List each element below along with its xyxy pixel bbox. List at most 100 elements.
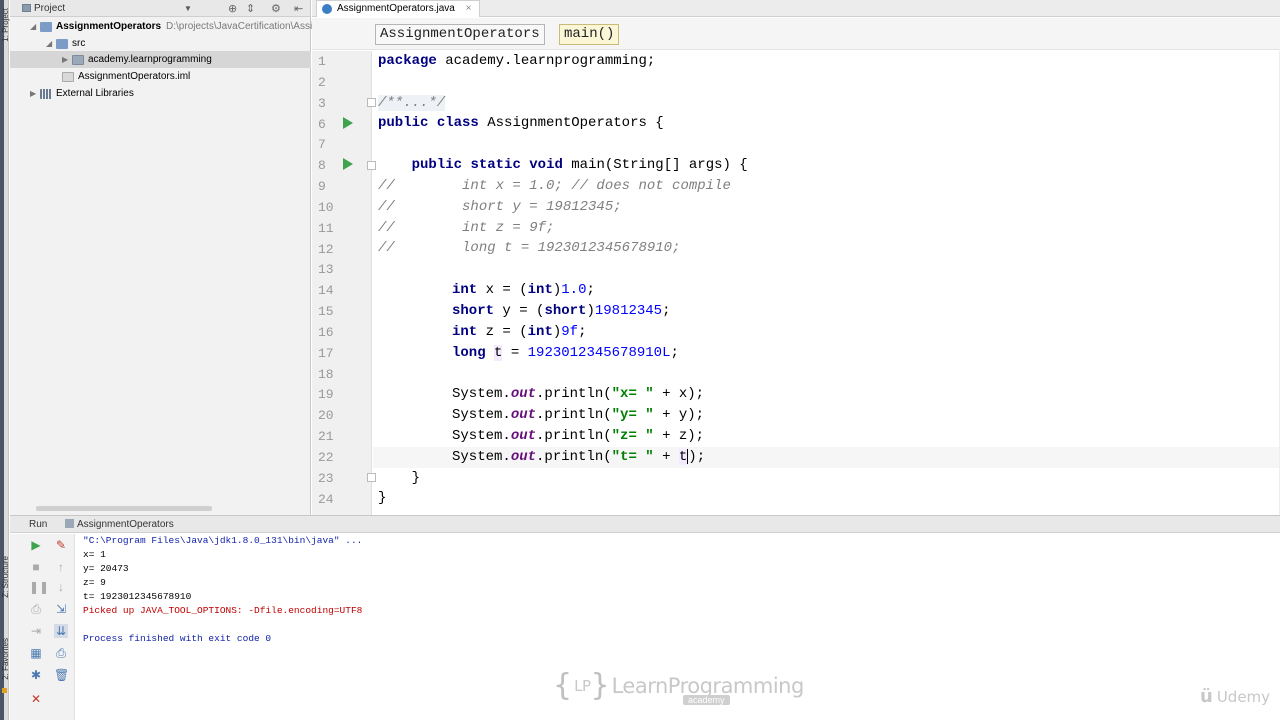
gear-icon[interactable]: ⚙ — [271, 2, 281, 15]
code-text: ; — [586, 282, 595, 298]
print-icon[interactable]: ⎙ — [54, 646, 68, 660]
horizontal-scrollbar[interactable] — [36, 506, 212, 511]
tree-item-label: AssignmentOperators — [56, 21, 162, 32]
code-text: AssignmentOperators { — [478, 115, 664, 131]
chevron-right-icon[interactable]: ▶ — [30, 89, 40, 98]
dump-threads-icon[interactable]: ⎙ — [29, 602, 43, 616]
udemy-text: Udemy — [1216, 687, 1271, 706]
line-number: 23 — [318, 471, 334, 486]
run-tab[interactable]: Run — [29, 516, 47, 533]
code-text: + x); — [653, 386, 705, 402]
exit-icon[interactable]: ⇥ — [29, 624, 43, 638]
tree-item-external-libraries[interactable]: ▶ External Libraries — [30, 85, 134, 102]
target-icon[interactable]: ⊕ — [228, 2, 237, 15]
logo-academy: academy — [683, 695, 730, 705]
code-text: .println( — [536, 407, 612, 423]
logo-bracket: { — [553, 668, 573, 703]
keyword: int — [452, 282, 478, 298]
number-literal: 9f — [561, 324, 579, 340]
code-line-22: System.out.println("t= " + t); — [373, 447, 1280, 468]
chevron-right-icon[interactable]: ▶ — [62, 55, 72, 64]
breadcrumb-method[interactable]: main() — [559, 24, 620, 45]
settings-icon[interactable]: ▦ — [29, 646, 43, 660]
code-line-21: System.out.println("z= " + z); — [373, 426, 1280, 447]
tree-item-package[interactable]: ▶ academy.learnprogramming — [62, 51, 212, 68]
console-output[interactable]: "C:\Program Files\Java\jdk1.8.0_131\bin\… — [83, 534, 362, 646]
code-text: .println( — [536, 428, 612, 444]
stop-icon[interactable]: ■ — [29, 560, 43, 574]
collapse-icon[interactable]: ⇕ — [246, 2, 255, 15]
code-text: y = ( — [494, 303, 545, 319]
folder-icon — [56, 38, 68, 49]
number-literal: 19812345 — [594, 303, 663, 319]
hide-icon[interactable]: ⇤ — [294, 2, 303, 15]
keyword: package — [378, 53, 437, 69]
code-line-11: // int z = 9f; — [378, 220, 555, 236]
line-number: 9 — [318, 179, 326, 194]
pin-icon[interactable]: ✱ — [29, 668, 43, 682]
favorites-tool-button[interactable]: 2: Favorites — [1, 638, 10, 680]
rerun-icon[interactable]: ▶ — [29, 538, 43, 552]
line-number: 20 — [318, 408, 334, 423]
pause-icon[interactable]: ❚❚ — [29, 580, 49, 594]
tool-window-stripe: 1: Project Z: Structure 2: Favorites — [0, 0, 10, 720]
console-line: x= 1 — [83, 549, 106, 560]
code-text: x = ( — [477, 282, 528, 298]
line-number: 16 — [318, 325, 334, 340]
close-icon[interactable]: × — [466, 3, 472, 14]
line-number: 24 — [318, 492, 334, 507]
edit-config-icon[interactable]: ✎ — [54, 538, 68, 552]
number-literal: 1.0 — [561, 282, 587, 298]
close-icon[interactable]: ✕ — [29, 692, 43, 706]
keyword: short — [452, 303, 495, 319]
iml-file-icon — [62, 71, 74, 82]
keyword: short — [544, 303, 587, 319]
breadcrumb-class[interactable]: AssignmentOperators — [375, 24, 545, 45]
chevron-down-icon[interactable]: ◢ — [30, 22, 40, 31]
run-config-tab[interactable]: AssignmentOperators — [65, 516, 174, 533]
chevron-down-icon[interactable]: ▼ — [184, 4, 192, 13]
code-text: + z); — [653, 428, 705, 444]
code-text: ) — [552, 324, 562, 340]
run-main-icon[interactable] — [343, 158, 353, 170]
soft-wrap-icon[interactable]: ⇲ — [54, 602, 68, 616]
code-line-15: short y = (short)19812345; — [373, 301, 1280, 322]
code-text: .println( — [536, 386, 612, 402]
tree-item-label: AssignmentOperators.iml — [78, 71, 191, 82]
star-icon[interactable] — [2, 688, 7, 693]
project-tool-button[interactable]: 1: Project — [1, 8, 10, 42]
tree-item-project-root[interactable]: ◢ AssignmentOperators D:\projects\JavaCe… — [30, 18, 312, 35]
run-class-icon[interactable] — [343, 117, 353, 129]
line-number: 12 — [318, 242, 334, 257]
tab-assignment-operators[interactable]: AssignmentOperators.java × — [316, 0, 481, 17]
code-text: ); — [688, 449, 706, 465]
line-number: 3 — [318, 96, 326, 111]
code-text: .println( — [536, 449, 612, 465]
up-arrow-icon[interactable]: ↑ — [54, 560, 68, 574]
line-number: 6 — [318, 117, 326, 132]
folded-comment[interactable]: /**...*/ — [378, 95, 446, 111]
down-arrow-icon[interactable]: ↓ — [54, 580, 68, 594]
code-text: ; — [578, 324, 587, 340]
java-class-icon — [322, 4, 332, 14]
console-line: y= 20473 — [83, 563, 129, 574]
structure-tool-button[interactable]: Z: Structure — [1, 556, 10, 598]
project-icon — [22, 4, 31, 12]
scroll-to-end-icon[interactable]: ⇊ — [54, 624, 68, 638]
code-area[interactable]: package academy.learnprogramming; /**...… — [373, 51, 1280, 515]
code-text: academy.learnprogramming; — [436, 53, 656, 69]
string-literal: "x= " — [611, 386, 654, 402]
trash-icon[interactable]: 🗑 — [54, 668, 69, 682]
code-text: System. — [452, 428, 511, 444]
static-field: out — [510, 407, 537, 423]
chevron-down-icon[interactable]: ◢ — [46, 39, 56, 48]
project-view-selector[interactable]: Project — [34, 3, 65, 14]
line-number: 11 — [318, 221, 334, 236]
tree-item-iml-file[interactable]: AssignmentOperators.iml — [62, 68, 190, 85]
code-line-14: int x = (int)1.0; — [373, 280, 1280, 301]
tree-item-src[interactable]: ◢ src — [46, 35, 85, 52]
